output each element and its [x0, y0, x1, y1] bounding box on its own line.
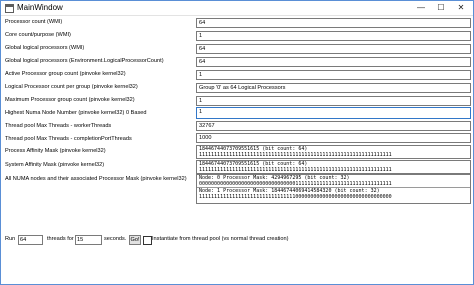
highest-numa-field[interactable]: 1: [196, 107, 471, 119]
thread-pool-checkbox[interactable]: [143, 236, 152, 245]
max-group-count-field[interactable]: 1: [196, 96, 471, 106]
title-bar: MainWindow — ☐ ✕: [1, 1, 473, 16]
minimize-icon[interactable]: —: [411, 1, 431, 15]
max-group-count-label: Maximum Processor group count (pinvoke k…: [5, 97, 135, 103]
process-affinity-label: Process Affinity Mask (pinvoke kernel32): [5, 148, 106, 154]
numa-nodes-box[interactable]: Node: 0 Processor Mask: 4294967295 (bit …: [196, 174, 471, 204]
logical-per-group-field[interactable]: Group '0' as 64 Logical Processors: [196, 83, 471, 93]
numa-node1-bits: 1111111111111111111111111111111100000000…: [199, 194, 392, 200]
run-label: Run: [5, 236, 16, 242]
app-window-icon: [5, 4, 14, 13]
worker-threads-field[interactable]: 32767: [196, 121, 471, 131]
threads-for-label: threads for: [47, 236, 74, 242]
process-affinity-box[interactable]: 18446744073709551615 (bit count: 64) 111…: [196, 145, 471, 159]
global-logical-wmi-field[interactable]: 64: [196, 44, 471, 54]
completion-port-threads-field[interactable]: 1000: [196, 133, 471, 143]
seconds-label: seconds.: [104, 236, 127, 242]
processor-count-field[interactable]: 64: [196, 18, 471, 28]
process-affinity-bits: 1111111111111111111111111111111111111111…: [199, 152, 392, 158]
close-icon[interactable]: ✕: [451, 1, 471, 15]
thread-count-input[interactable]: 64: [18, 235, 43, 245]
seconds-input[interactable]: 15: [75, 235, 102, 245]
active-group-count-label: Active Processor group count (pinvoke ke…: [5, 71, 126, 77]
global-logical-env-field[interactable]: 64: [196, 57, 471, 67]
core-count-field[interactable]: 1: [196, 31, 471, 41]
core-count-label: Core count/purpose (WMI): [5, 32, 71, 38]
completion-port-threads-label: Thread pool Max Threads - completionPort…: [5, 136, 132, 142]
window-title: MainWindow: [17, 3, 63, 12]
logical-per-group-label: Logical Processor count per group (pinvo…: [5, 84, 138, 90]
numa-nodes-label: All NUMA nodes and their associated Proc…: [5, 176, 187, 182]
global-logical-wmi-label: Global logical processors (WMI): [5, 45, 85, 51]
thread-pool-checkbox-label[interactable]: Instantiate from thread pool (vs normal …: [152, 235, 289, 244]
highest-numa-label: Highest Numa Node Number (pinvoke kernel…: [5, 110, 147, 116]
worker-threads-label: Thread pool Max Threads - workerThreads: [5, 123, 112, 129]
processor-count-label: Processor count (WMI): [5, 19, 63, 25]
go-button[interactable]: Go!: [129, 235, 141, 245]
global-logical-env-label: Global logical processors (Environment.L…: [5, 58, 164, 64]
main-window: MainWindow — ☐ ✕ Processor count (WMI) 6…: [0, 0, 474, 285]
system-affinity-bits: 1111111111111111111111111111111111111111…: [199, 167, 392, 173]
system-affinity-label: System Affinity Mask (pinvoke kernel32): [5, 162, 105, 168]
system-affinity-box[interactable]: 18446744073709551615 (bit count: 64) 111…: [196, 160, 471, 174]
active-group-count-field[interactable]: 1: [196, 70, 471, 80]
maximize-icon[interactable]: ☐: [431, 1, 451, 15]
